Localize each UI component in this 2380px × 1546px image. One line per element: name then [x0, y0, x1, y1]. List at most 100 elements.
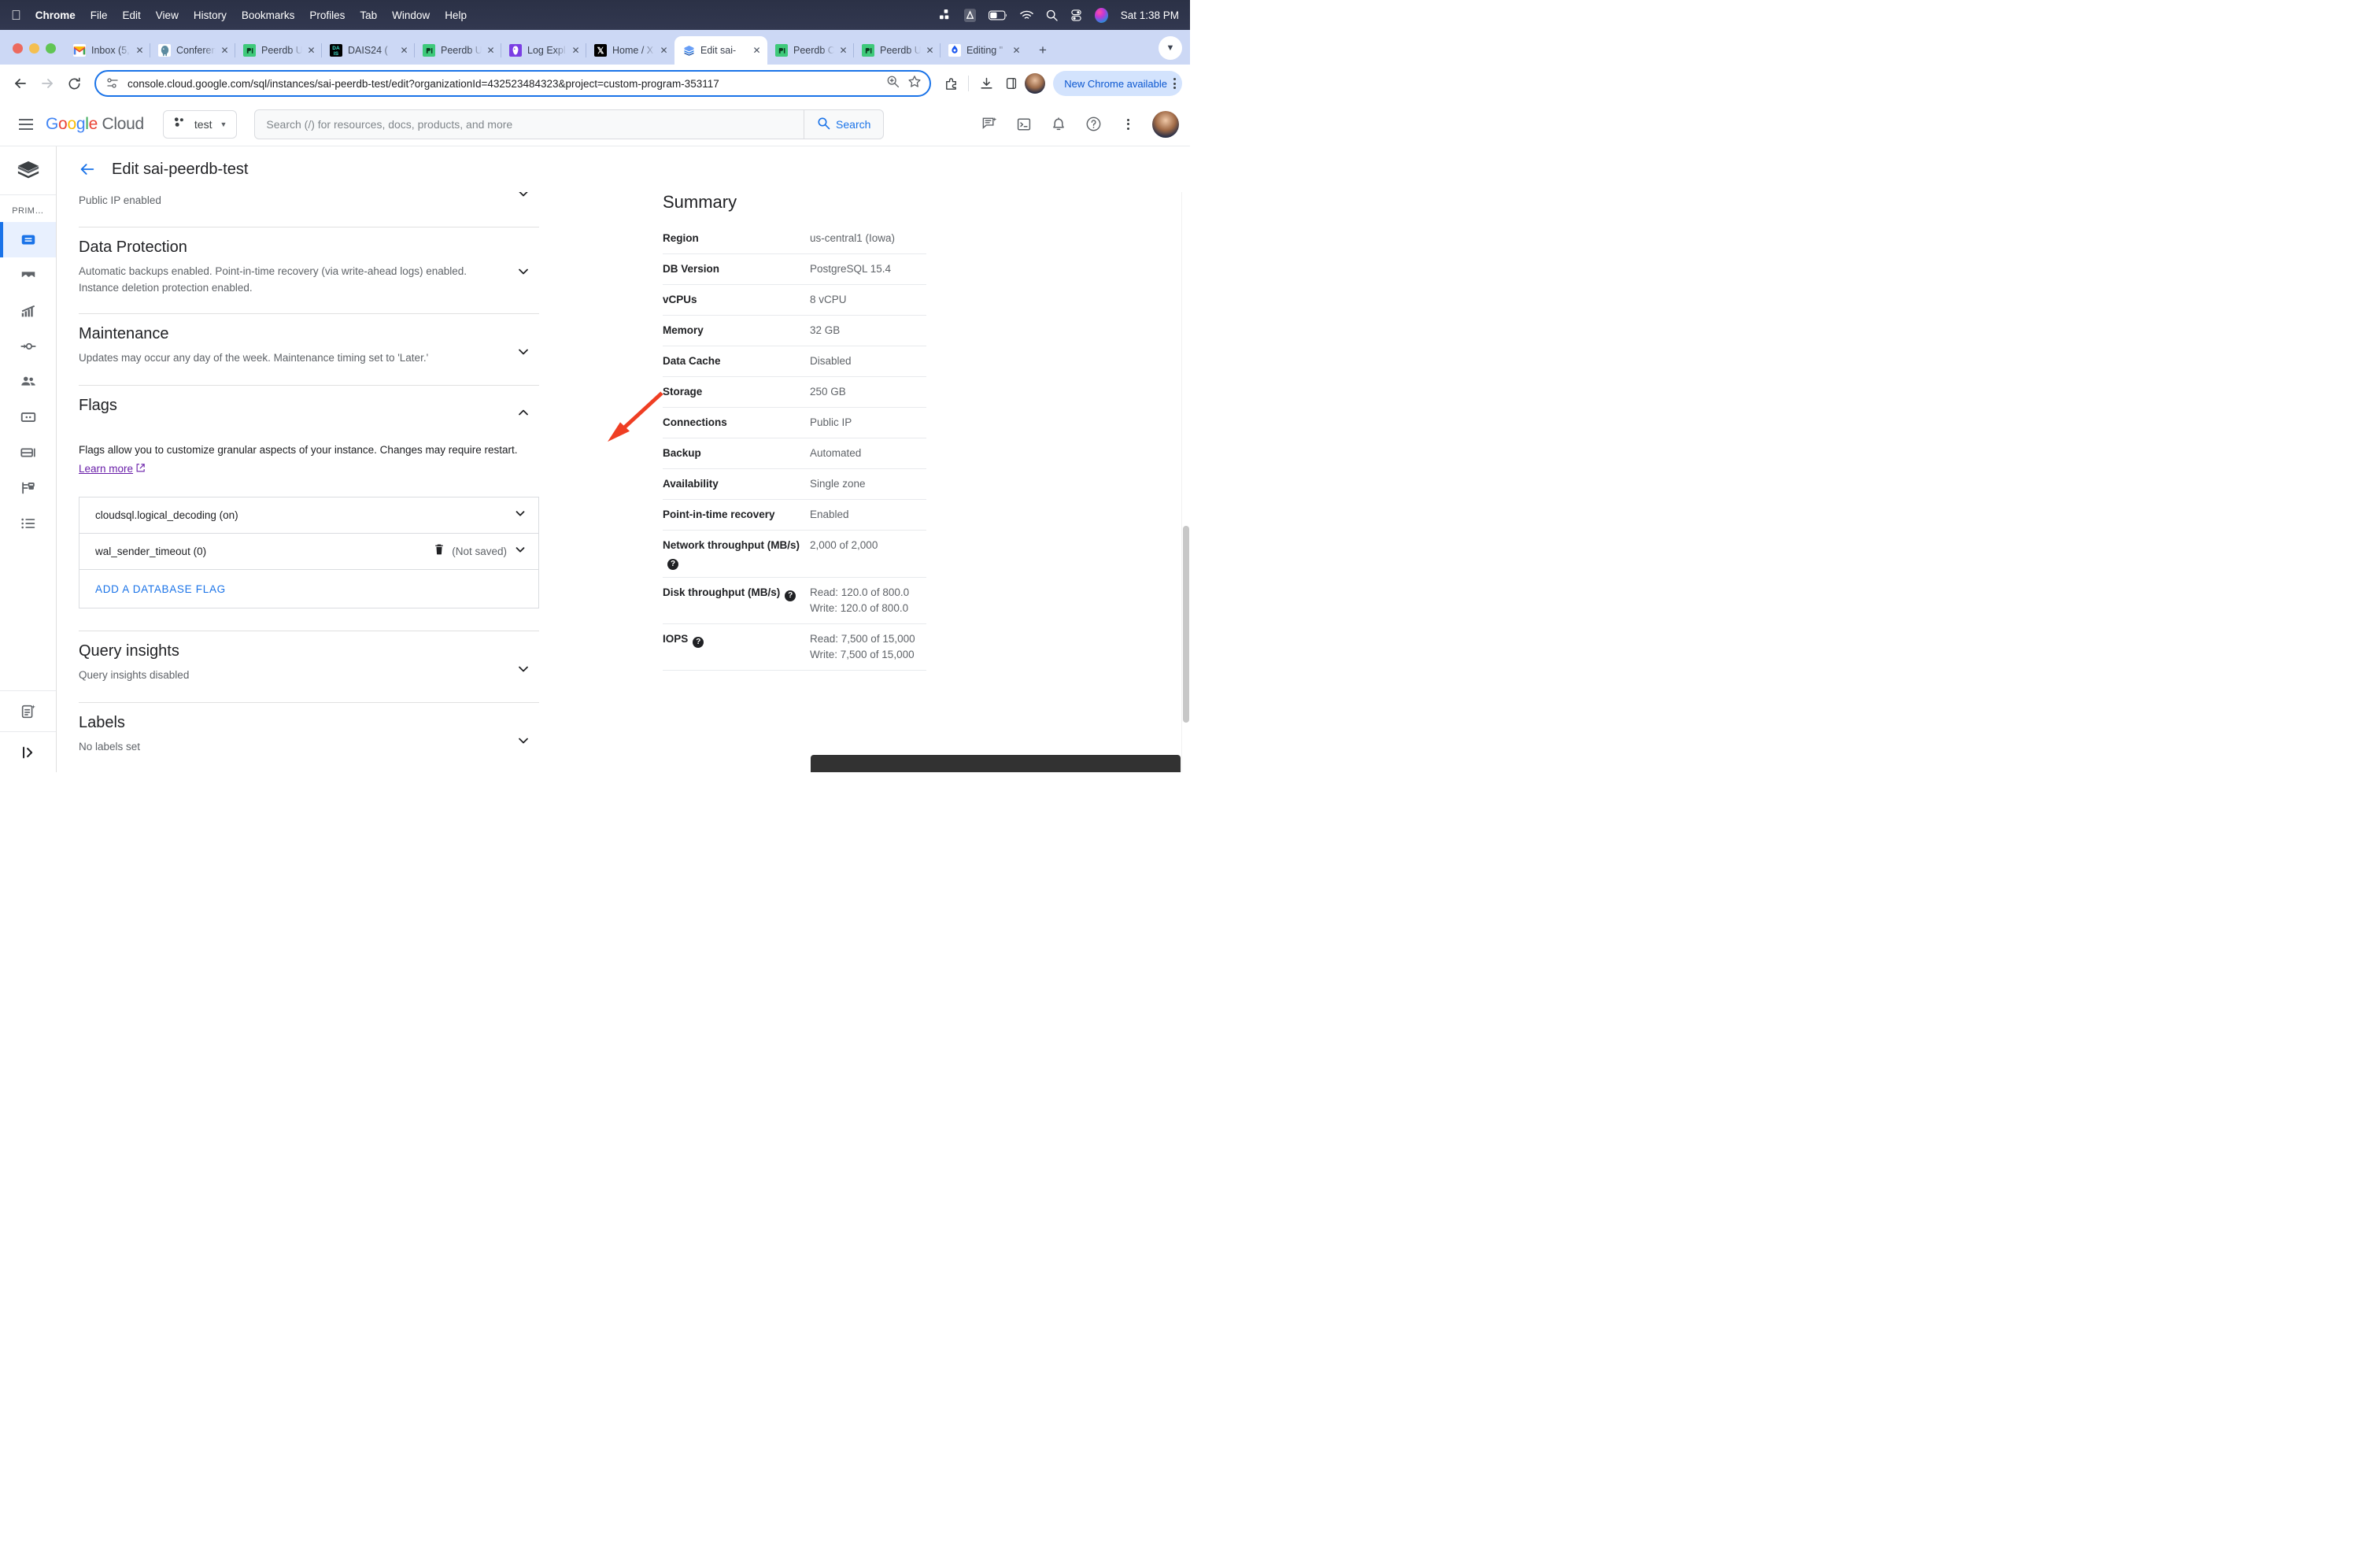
browser-tab[interactable]: Log Expl ✕: [501, 36, 586, 65]
section-data-protection[interactable]: Data Protection Automatic backups enable…: [79, 227, 539, 314]
close-tab-icon[interactable]: ✕: [305, 44, 318, 57]
section-maintenance[interactable]: Maintenance Updates may occur any day of…: [79, 314, 539, 386]
back-icon[interactable]: [8, 71, 33, 96]
close-tab-icon[interactable]: ✕: [569, 44, 582, 57]
menu-help[interactable]: Help: [445, 9, 467, 21]
google-cloud-logo[interactable]: Google Cloud: [46, 115, 144, 134]
side-panel-icon[interactable]: [1000, 72, 1023, 95]
more-vert-icon[interactable]: [1113, 109, 1143, 139]
sidebar-item-replicas[interactable]: [0, 470, 56, 505]
chevron-down-icon[interactable]: [508, 653, 539, 685]
trash-icon[interactable]: [433, 543, 445, 560]
zoom-icon[interactable]: [886, 75, 900, 92]
gemini-doc-sparkle-icon[interactable]: [0, 690, 56, 731]
gemini-assist-icon[interactable]: [974, 109, 1004, 139]
site-settings-icon[interactable]: [105, 76, 120, 91]
browser-tab[interactable]: Peerdb U ✕: [414, 36, 501, 65]
chevron-up-icon[interactable]: [508, 397, 539, 428]
project-selector[interactable]: test ▼: [162, 109, 238, 139]
navigation-menu-icon[interactable]: [11, 109, 41, 139]
menu-view[interactable]: View: [156, 9, 179, 21]
close-tab-icon[interactable]: ✕: [218, 44, 231, 57]
menu-tab[interactable]: Tab: [360, 9, 377, 21]
adobe-icon[interactable]: [963, 8, 976, 22]
close-tab-icon[interactable]: ✕: [837, 44, 850, 57]
chevron-down-icon[interactable]: [513, 542, 527, 560]
chrome-update-chip[interactable]: New Chrome available: [1053, 71, 1182, 96]
menu-profiles[interactable]: Profiles: [309, 9, 345, 21]
browser-tab-active[interactable]: Edit sai- ✕: [674, 36, 767, 65]
menu-history[interactable]: History: [194, 9, 227, 21]
help-question-icon[interactable]: [1078, 109, 1108, 139]
menu-file[interactable]: File: [91, 9, 108, 21]
apple-logo-icon[interactable]: : [11, 9, 21, 22]
sidebar-item-users[interactable]: [0, 364, 56, 399]
open-in-new-icon[interactable]: [135, 460, 146, 479]
chevron-down-icon[interactable]: [508, 336, 539, 368]
add-database-flag-button[interactable]: ADD A DATABASE FLAG: [79, 570, 538, 608]
close-window-button[interactable]: [13, 43, 23, 54]
close-tab-icon[interactable]: ✕: [750, 44, 763, 57]
arrow-left-icon[interactable]: [79, 161, 96, 178]
section-query-insights[interactable]: Query insights Query insights disabled: [79, 631, 539, 703]
menu-chrome[interactable]: Chrome: [35, 9, 76, 21]
profile-avatar-icon[interactable]: [1025, 73, 1046, 94]
close-tab-icon[interactable]: ✕: [923, 44, 937, 57]
forward-icon[interactable]: [35, 71, 60, 96]
menu-window[interactable]: Window: [392, 9, 430, 21]
close-tab-icon[interactable]: ✕: [657, 44, 671, 57]
sidebar-item-backups[interactable]: [0, 435, 56, 470]
search-icon[interactable]: [1046, 9, 1058, 21]
chevron-down-icon[interactable]: [508, 725, 539, 756]
expand-panel-icon[interactable]: [0, 731, 56, 772]
macos-clock[interactable]: Sat 1:38 PM: [1121, 9, 1179, 21]
url-text[interactable]: console.cloud.google.com/sql/instances/s…: [128, 78, 886, 90]
sidebar-item-monitoring[interactable]: [0, 257, 56, 293]
browser-tab[interactable]: Inbox (5, ✕: [65, 36, 150, 65]
minimize-window-button[interactable]: [29, 43, 39, 54]
user-avatar[interactable]: [1152, 110, 1179, 138]
address-bar[interactable]: console.cloud.google.com/sql/instances/s…: [94, 70, 932, 97]
vertical-scrollbar[interactable]: [1181, 146, 1190, 772]
browser-tab[interactable]: DA IS DAIS24 ( ✕: [321, 36, 415, 65]
battery-icon[interactable]: [988, 10, 1007, 20]
chevron-down-icon[interactable]: [508, 256, 539, 287]
sidebar-item-databases[interactable]: [0, 399, 56, 435]
section-labels[interactable]: Labels No labels set: [79, 703, 539, 772]
sidebar-item-query-insights[interactable]: [0, 293, 56, 328]
search-button[interactable]: Search: [804, 109, 883, 139]
sidebar-item-connections[interactable]: [0, 328, 56, 364]
chevron-down-icon[interactable]: [513, 506, 527, 524]
scrollbar-thumb[interactable]: [1183, 526, 1189, 723]
gcloud-search[interactable]: Search: [254, 109, 885, 139]
tab-search-chevron-down-icon[interactable]: ▼: [1159, 36, 1182, 60]
control-center-icon[interactable]: [1070, 9, 1082, 21]
browser-tab[interactable]: Peerdb U ✕: [235, 36, 322, 65]
close-tab-icon[interactable]: ✕: [133, 44, 146, 57]
new-tab-button[interactable]: +: [1032, 39, 1054, 61]
help-question-icon[interactable]: ?: [693, 637, 704, 648]
sidebar-item-overview[interactable]: [0, 222, 56, 257]
menu-bookmarks[interactable]: Bookmarks: [242, 9, 295, 21]
help-question-icon[interactable]: ?: [785, 590, 796, 601]
learn-more-link[interactable]: Learn more: [79, 463, 133, 475]
extensions-icon[interactable]: [939, 72, 963, 95]
browser-tab[interactable]: Editing " ✕: [940, 36, 1027, 65]
sidebar-item-operations[interactable]: [0, 505, 56, 541]
chrome-menu-icon[interactable]: [1173, 78, 1176, 89]
wifi-icon[interactable]: [1019, 10, 1033, 20]
close-tab-icon[interactable]: ✕: [397, 44, 411, 57]
cloud-shell-icon[interactable]: [1009, 109, 1039, 139]
browser-tab[interactable]: Peerdb U ✕: [853, 36, 941, 65]
flag-row[interactable]: cloudsql.logical_decoding (on): [79, 497, 538, 534]
downloads-icon[interactable]: [974, 72, 998, 95]
browser-tab[interactable]: Peerdb C ✕: [767, 36, 854, 65]
siri-icon[interactable]: [1094, 7, 1108, 23]
help-question-icon[interactable]: ?: [667, 559, 678, 570]
reload-icon[interactable]: [61, 71, 87, 96]
maximize-window-button[interactable]: [46, 43, 56, 54]
flag-row[interactable]: wal_sender_timeout (0) (Not saved): [79, 534, 538, 570]
search-input[interactable]: [255, 117, 804, 131]
close-tab-icon[interactable]: ✕: [484, 44, 497, 57]
bookmark-star-icon[interactable]: [907, 75, 922, 93]
